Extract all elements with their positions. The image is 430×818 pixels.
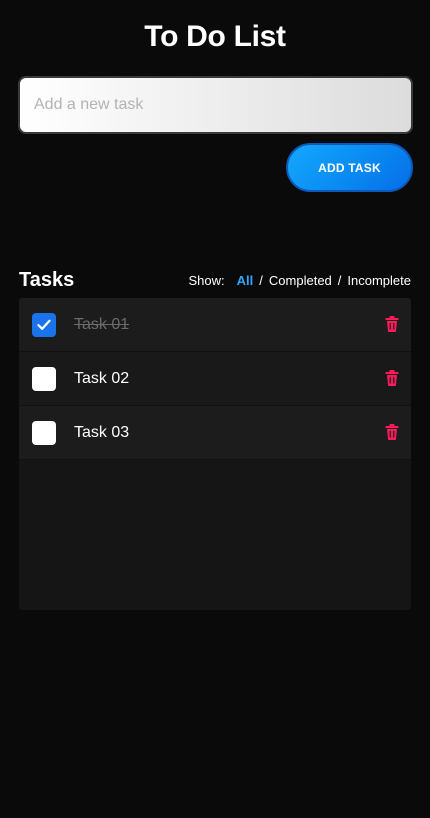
add-task-button[interactable]: ADD TASK: [286, 143, 413, 192]
new-task-input[interactable]: [18, 76, 413, 134]
filter-separator: /: [259, 272, 263, 288]
trash-icon[interactable]: [385, 424, 399, 440]
task-label: Task 03: [74, 423, 130, 441]
task-row: Task 02: [19, 352, 411, 406]
filter-separator: /: [337, 272, 342, 288]
filter-completed[interactable]: Completed: [269, 273, 332, 288]
task-label: Task 02: [74, 369, 130, 387]
filter-all[interactable]: All: [237, 273, 254, 288]
task-label: Task 01: [74, 315, 130, 333]
task-checkbox[interactable]: [32, 421, 56, 445]
todo-app: To Do List ADD TASK Tasks Show: All / Co…: [0, 0, 430, 818]
trash-icon[interactable]: [385, 370, 399, 386]
tasks-title: Tasks: [19, 268, 75, 291]
task-row: Task 01: [19, 298, 411, 352]
check-icon: [37, 319, 51, 330]
page-title: To Do List: [144, 20, 286, 53]
filter-incomplete[interactable]: Incomplete: [347, 273, 411, 288]
task-filter: Show: All / Completed / Incomplete: [189, 273, 411, 288]
filter-label: Show:: [188, 272, 225, 288]
task-row: Task 03: [19, 406, 411, 460]
tasks-header: Tasks Show: All / Completed / Incomplete: [19, 268, 411, 292]
trash-icon[interactable]: [385, 316, 399, 332]
task-list: Task 01 Task 02 Task 03: [19, 298, 411, 610]
task-checkbox[interactable]: [32, 313, 56, 337]
task-checkbox[interactable]: [32, 367, 56, 391]
